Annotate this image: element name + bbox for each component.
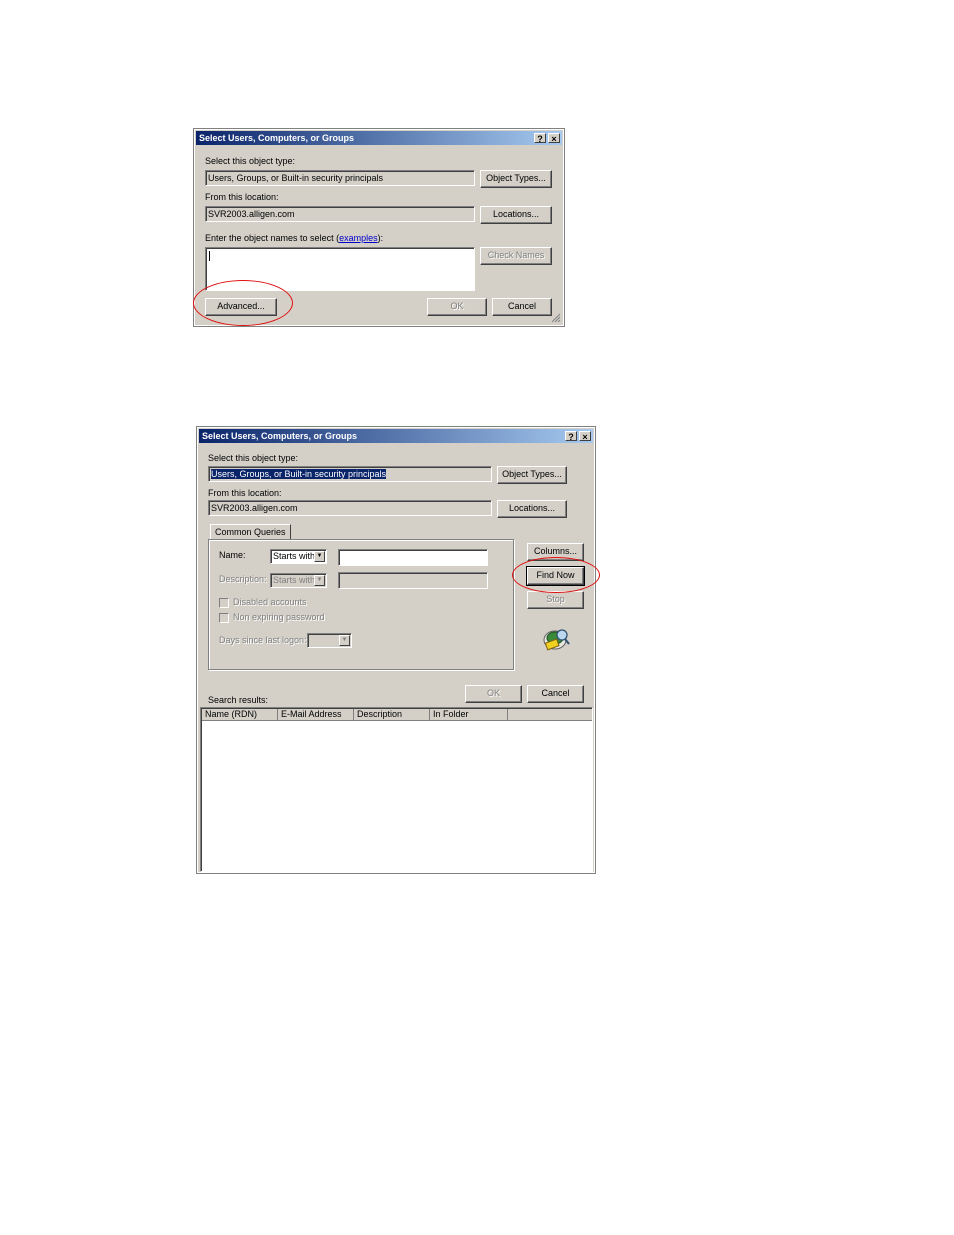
name-label: Name: [219,550,246,560]
location-field: SVR2003.alligen.com [205,206,475,222]
stop-button[interactable]: Stop [527,591,584,609]
dialog-title-bar[interactable]: Select Users, Computers, or Groups ? × [199,429,593,443]
examples-link[interactable]: examples [339,233,378,243]
disabled-accounts-label: Disabled accounts [233,597,307,607]
non-expiring-password-label: Non expiring password [233,612,325,622]
days-since-logon-label: Days since last logon: [219,635,307,645]
object-type-value: Users, Groups, or Built-in security prin… [208,173,384,183]
location-label: From this location: [205,192,279,202]
advanced-button[interactable]: Advanced... [205,298,277,316]
location-field: SVR2003.alligen.com [208,500,492,516]
tab-common-queries[interactable]: Common Queries [210,524,291,540]
object-names-label-text: Enter the object names to select ( [205,233,340,243]
object-types-button[interactable]: Object Types... [480,170,552,188]
cancel-button[interactable]: Cancel [527,685,584,703]
object-types-button[interactable]: Object Types... [497,466,567,484]
cancel-button[interactable]: Cancel [492,298,552,316]
column-header-email[interactable]: E-Mail Address [278,709,354,721]
search-results-label: Search results: [208,695,269,705]
help-button[interactable]: ? [565,431,577,442]
description-label: Description: [219,574,267,584]
ok-button[interactable]: OK [427,298,487,316]
description-input[interactable] [338,572,488,589]
location-value: SVR2003.alligen.com [208,209,295,219]
dialog-title-bar[interactable]: Select Users, Computers, or Groups ? × [196,131,562,145]
locations-button[interactable]: Locations... [480,206,552,224]
column-header-description[interactable]: Description [354,709,430,721]
object-names-label-end: ): [377,233,384,243]
object-names-input[interactable] [205,247,475,291]
object-names-label: Enter the object names to select (exampl… [205,233,383,244]
dialog-title: Select Users, Computers, or Groups [199,133,355,143]
name-input[interactable] [338,549,488,566]
columns-button[interactable]: Columns... [527,543,584,561]
close-button[interactable]: × [548,133,560,144]
locations-button[interactable]: Locations... [497,500,567,518]
chevron-down-icon: ▼ [314,551,325,562]
help-button[interactable]: ? [534,133,546,144]
text-cursor [209,251,210,261]
chevron-down-icon: ▼ [339,635,350,646]
chevron-down-icon: ▼ [314,575,325,586]
dialog-title: Select Users, Computers, or Groups [202,431,358,441]
resize-grip-icon[interactable] [551,313,561,323]
description-mode-select[interactable]: Starts with ▼ [270,573,327,588]
find-now-button[interactable]: Find Now [526,566,585,586]
object-type-label: Select this object type: [205,156,296,166]
name-mode-value: Starts with [273,551,316,561]
ok-button[interactable]: OK [465,685,522,703]
column-header-in-folder[interactable]: In Folder [430,709,508,721]
search-results-list[interactable]: Name (RDN) E-Mail Address Description In… [200,707,593,872]
days-since-logon-select[interactable]: ▼ [307,633,352,648]
column-header-name[interactable]: Name (RDN) [202,709,278,721]
check-names-button[interactable]: Check Names [480,247,552,265]
location-label: From this location: [208,488,282,498]
non-expiring-password-checkbox[interactable] [219,613,229,623]
description-mode-value: Starts with [273,575,316,585]
select-users-dialog-advanced: Select Users, Computers, or Groups ? × S… [196,426,596,874]
search-query-icon [543,629,570,651]
disabled-accounts-checkbox[interactable] [219,598,229,608]
location-value: SVR2003.alligen.com [211,503,298,513]
object-type-label: Select this object type: [208,453,299,463]
name-mode-select[interactable]: Starts with ▼ [270,549,327,564]
close-button[interactable]: × [579,431,591,442]
select-users-dialog-basic: Select Users, Computers, or Groups ? × S… [193,128,565,327]
column-header-filler [508,709,592,721]
object-type-value: Users, Groups, or Built-in security prin… [211,469,387,479]
object-type-field: Users, Groups, or Built-in security prin… [205,170,475,186]
object-type-field: Users, Groups, or Built-in security prin… [208,466,492,482]
